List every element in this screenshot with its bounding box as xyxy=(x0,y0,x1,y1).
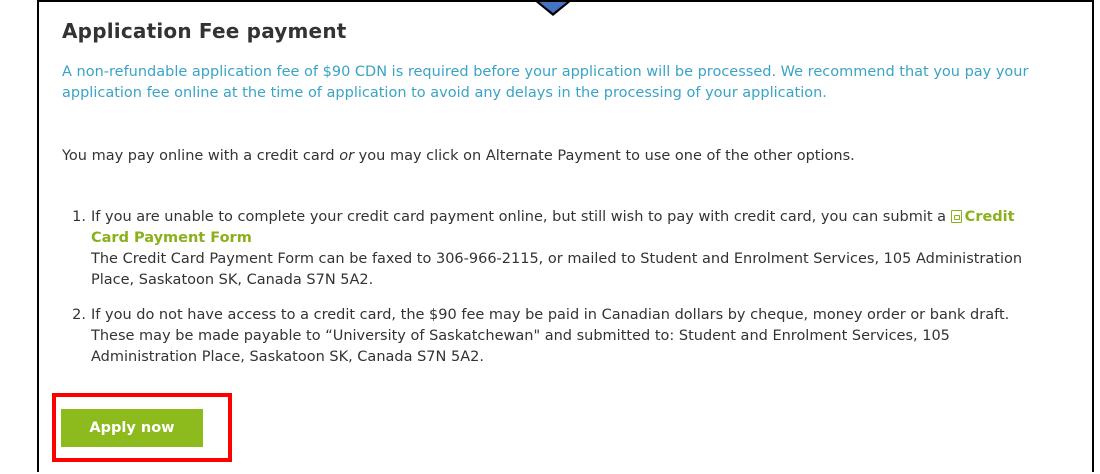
list-item: 1. If you are unable to complete your cr… xyxy=(62,207,1042,291)
payment-options-text: You may pay online with a credit card or… xyxy=(62,146,1022,167)
list-item-subtext: The Credit Card Payment Form can be faxe… xyxy=(91,251,1023,288)
list-item-text: If you do not have access to a credit ca… xyxy=(91,307,1010,365)
payment-text-end: you may click on Alternate Payment to us… xyxy=(354,148,855,164)
payment-text-or: or xyxy=(339,148,355,164)
list-item: 2. If you do not have access to a credit… xyxy=(62,305,1042,368)
pdf-file-icon xyxy=(950,210,962,223)
list-item-number: 2. xyxy=(72,307,86,323)
list-item-number: 1. xyxy=(72,209,86,225)
highlight-box xyxy=(52,393,232,462)
page-title: Application Fee payment xyxy=(62,19,347,43)
payment-text-start: You may pay online with a credit card xyxy=(62,148,340,164)
fee-intro-text: A non-refundable application fee of $90 … xyxy=(62,64,1029,101)
list-item-text: If you are unable to complete your credi… xyxy=(91,209,951,225)
